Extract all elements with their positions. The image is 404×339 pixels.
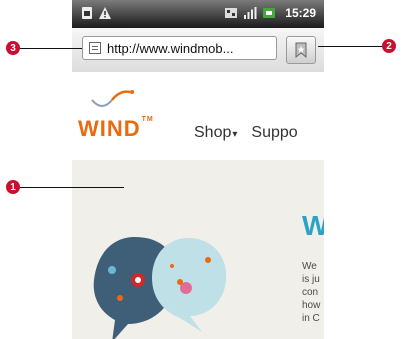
callout-number: 3 [6,41,20,55]
phone-screen: 15:29 http://www.windmob... WINDTM Shop▾ [72,0,324,339]
bookmark-icon [295,42,307,58]
callout-line [20,47,82,49]
wind-logo-text[interactable]: WINDTM [78,116,154,142]
callout-line [318,45,382,47]
warning-icon [99,7,111,19]
data-icon [225,8,238,18]
bookmark-button[interactable] [286,36,316,64]
site-nav: Shop▾ Suppo [194,124,298,142]
signal-icon [244,7,257,19]
sim-icon [82,7,92,19]
hero-heading: W [302,210,324,241]
nav-support[interactable]: Suppo [251,124,297,142]
site-header: WINDTM Shop▾ Suppo [72,72,324,160]
wind-logo-icon [91,90,134,107]
clock: 15:29 [285,6,316,20]
speech-bubble-light-icon [152,238,227,332]
callout-line [20,186,124,188]
url-field[interactable]: http://www.windmob... [82,36,277,60]
chevron-down-icon: ▾ [232,129,238,140]
url-text[interactable]: http://www.windmob... [107,41,233,56]
callout-number: 2 [382,39,396,53]
callout-3: 3 [6,41,82,55]
battery-icon [263,8,276,18]
status-bar: 15:29 [72,0,324,28]
callout-2: 2 [318,39,396,53]
browser-toolbar: http://www.windmob... [72,28,324,73]
callout-number: 1 [6,180,20,194]
hero-text: We is ju con how in C [302,261,321,324]
page-icon [89,42,101,54]
nav-shop[interactable]: Shop▾ [194,124,237,142]
callout-1: 1 [6,180,124,194]
